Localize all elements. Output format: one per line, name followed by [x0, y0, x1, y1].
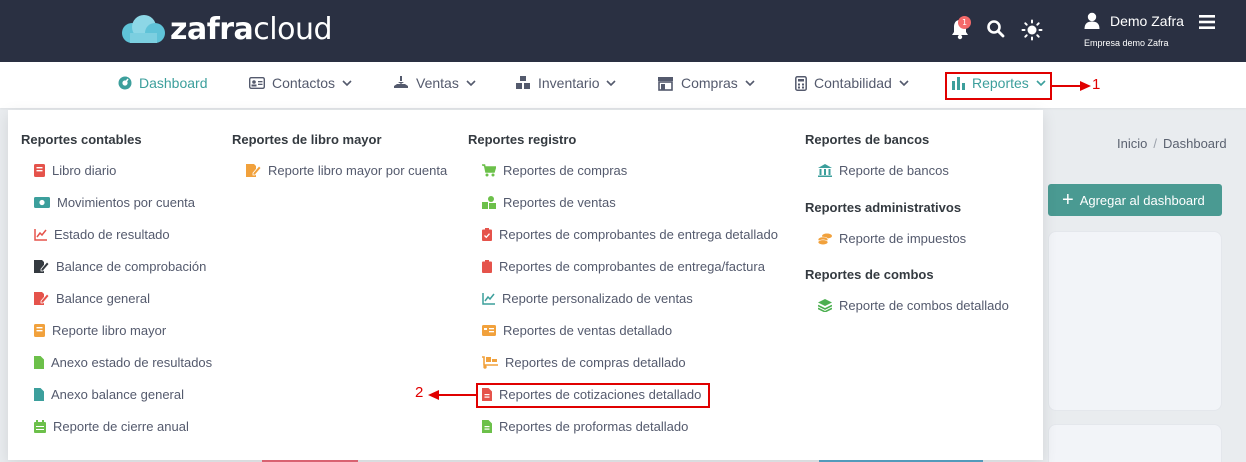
- nav-label: Contabilidad: [814, 75, 892, 91]
- money-icon: [34, 197, 50, 208]
- top-bar: zafracloud 1 Demo Zafra Empresa demo Zaf…: [0, 0, 1246, 62]
- section-title-contables: Reportes contables: [21, 132, 142, 147]
- user-name: Demo Zafra: [1110, 13, 1184, 29]
- plus-icon: +: [1062, 189, 1074, 211]
- hamburger-menu-icon[interactable]: [1199, 14, 1215, 33]
- section-title-registro: Reportes registro: [468, 132, 577, 147]
- menu-reporte-de-cierre-anual[interactable]: Reporte de cierre anual: [34, 419, 189, 434]
- edit-file-icon: [246, 164, 261, 177]
- menu-reportes-de-proformas-detallado[interactable]: Reportes de proformas detallado: [482, 419, 688, 434]
- search-button[interactable]: [986, 19, 1006, 43]
- cloud-logo-icon: [120, 14, 166, 45]
- menu-reporte-de-impuestos[interactable]: Reporte de impuestos: [818, 231, 966, 246]
- dashboard-icon: [118, 76, 132, 90]
- user-icon: [1084, 12, 1100, 33]
- reportes-highlight-box: [945, 72, 1052, 100]
- nav-label: Inventario: [538, 75, 600, 91]
- sales-icon: [393, 75, 409, 91]
- menu-anexo-balance-general[interactable]: Anexo balance general: [34, 387, 184, 402]
- nav-contactos[interactable]: Contactos: [249, 75, 352, 91]
- menu-movimientos-por-cuenta[interactable]: Movimientos por cuenta: [34, 195, 195, 210]
- brand-logo[interactable]: zafracloud: [120, 12, 333, 47]
- breadcrumb: Inicio / Dashboard: [1117, 136, 1227, 151]
- menu-reporte-de-bancos[interactable]: Reporte de bancos: [818, 163, 949, 178]
- chevron-down-icon: [745, 79, 755, 87]
- nav-label: Dashboard: [139, 75, 208, 91]
- step1-arrow-icon: [1052, 81, 1091, 91]
- menu-reporte-libro-mayor-por-cuenta[interactable]: Reporte libro mayor por cuenta: [246, 163, 447, 178]
- chevron-down-icon: [466, 79, 476, 87]
- coins-icon: [818, 233, 832, 245]
- menu-reporte-personalizado-de-ventas[interactable]: Reporte personalizado de ventas: [482, 291, 693, 306]
- step2-label: 2: [415, 384, 424, 401]
- add-to-dashboard-label: Agregar al dashboard: [1079, 192, 1205, 208]
- line-chart-icon: [34, 228, 47, 241]
- menu-reportes-comprobantes-entrega-detallado[interactable]: Reportes de comprobantes de entrega deta…: [482, 227, 778, 242]
- clipboard-check-icon: [482, 228, 492, 241]
- section-title-combos: Reportes de combos: [805, 267, 934, 282]
- theme-toggle-button[interactable]: [1021, 19, 1043, 45]
- store-icon: [657, 76, 674, 91]
- breadcrumb-home[interactable]: Inicio: [1117, 136, 1147, 151]
- book-icon: [34, 164, 45, 177]
- menu-reportes-comprobantes-entrega-factura[interactable]: Reportes de comprobantes de entrega/fact…: [482, 259, 765, 274]
- bank-icon: [818, 164, 832, 177]
- clipboard-icon: [482, 260, 492, 273]
- layers-icon: [818, 299, 832, 312]
- nav-label: Contactos: [272, 75, 336, 91]
- menu-reportes-de-compras[interactable]: Reportes de compras: [482, 163, 627, 178]
- contacts-icon: [249, 77, 265, 89]
- menu-reportes-de-ventas[interactable]: Reportes de ventas: [482, 195, 616, 210]
- inventory-icon: [515, 75, 531, 91]
- nav-inventario[interactable]: Inventario: [515, 75, 617, 91]
- section-title-administrativos: Reportes administrativos: [805, 200, 962, 215]
- edit-file-icon: [34, 292, 49, 305]
- menu-balance-general[interactable]: Balance general: [34, 291, 150, 306]
- dashboard-card: [1048, 424, 1222, 462]
- notifications-button[interactable]: 1: [950, 16, 972, 42]
- menu-reportes-de-compras-detallado[interactable]: Reportes de compras detallado: [482, 355, 686, 370]
- search-icon: [987, 20, 1005, 38]
- cotizaciones-highlight-box: [476, 383, 710, 408]
- menu-estado-de-resultado[interactable]: Estado de resultado: [34, 227, 170, 242]
- section-title-bancos: Reportes de bancos: [805, 132, 930, 147]
- sun-icon: [1021, 19, 1043, 41]
- breadcrumb-current: Dashboard: [1162, 136, 1227, 151]
- add-to-dashboard-button[interactable]: + Agregar al dashboard: [1048, 184, 1222, 216]
- cart-icon: [482, 164, 496, 177]
- menu-balance-de-comprobacion[interactable]: Balance de comprobación: [34, 259, 206, 274]
- menu-reportes-de-ventas-detallado[interactable]: Reportes de ventas detallado: [482, 323, 672, 338]
- nav-label: Compras: [681, 75, 738, 91]
- dolly-icon: [482, 356, 498, 369]
- chevron-down-icon: [899, 79, 909, 87]
- step2-arrow-icon: [428, 390, 476, 400]
- line-chart-icon: [482, 292, 495, 305]
- boxes-icon: [482, 196, 496, 209]
- file-icon: [34, 356, 44, 369]
- brand-name: zafracloud: [170, 12, 333, 47]
- calendar-icon: [34, 420, 46, 433]
- book-icon: [34, 324, 45, 337]
- menu-reporte-libro-mayor[interactable]: Reporte libro mayor: [34, 323, 166, 338]
- step1-label: 1: [1092, 76, 1101, 93]
- menu-libro-diario[interactable]: Libro diario: [34, 163, 116, 178]
- nav-compras[interactable]: Compras: [657, 75, 755, 91]
- calculator-icon: [795, 75, 807, 91]
- dashboard-card: [1048, 231, 1222, 411]
- nav-label: Ventas: [416, 75, 459, 91]
- section-title-libro-mayor: Reportes de libro mayor: [232, 132, 382, 147]
- menu-anexo-estado-de-resultados[interactable]: Anexo estado de resultados: [34, 355, 212, 370]
- notification-badge: 1: [958, 16, 971, 29]
- company-name: Empresa demo Zafra: [1084, 38, 1169, 48]
- edit-file-icon: [34, 260, 49, 273]
- nav-contabilidad[interactable]: Contabilidad: [795, 75, 909, 91]
- chevron-down-icon: [606, 79, 617, 87]
- nav-dashboard[interactable]: Dashboard: [118, 75, 208, 91]
- nav-ventas[interactable]: Ventas: [393, 75, 476, 91]
- invoice-icon: [482, 420, 492, 433]
- id-card-icon: [482, 325, 496, 336]
- chevron-down-icon: [342, 79, 352, 87]
- menu-reporte-de-combos-detallado[interactable]: Reporte de combos detallado: [818, 298, 1009, 313]
- file-icon: [34, 388, 44, 401]
